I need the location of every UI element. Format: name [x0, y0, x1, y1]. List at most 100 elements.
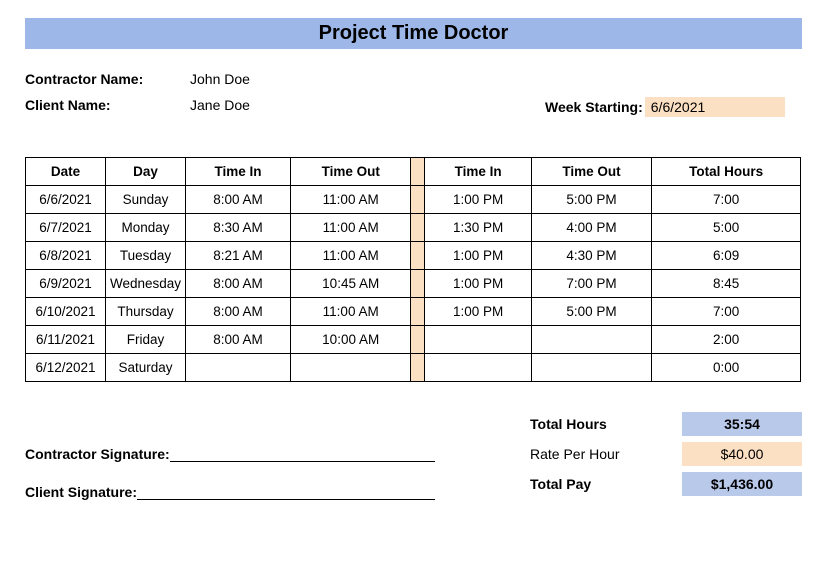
gap-cell: [411, 354, 425, 382]
gap-cell: [411, 270, 425, 298]
contractor-signature-line[interactable]: [170, 446, 435, 462]
cell-time-in-2: [425, 326, 531, 354]
cell-day: Tuesday: [106, 242, 186, 270]
total-pay-label: Total Pay: [522, 476, 682, 492]
cell-date: 6/11/2021: [26, 326, 106, 354]
cell-time-in-2: [425, 354, 531, 382]
col-total-hours: Total Hours: [652, 158, 801, 186]
cell-time-in-1: 8:00 AM: [186, 270, 291, 298]
rate-value: $40.00: [682, 442, 802, 466]
cell-time-out-2: 5:00 PM: [531, 186, 652, 214]
cell-time-in-2: 1:00 PM: [425, 298, 531, 326]
gap-cell: [411, 242, 425, 270]
cell-total-hours: 7:00: [652, 298, 801, 326]
cell-date: 6/9/2021: [26, 270, 106, 298]
cell-time-out-1: [290, 354, 411, 382]
cell-time-in-2: 1:00 PM: [425, 242, 531, 270]
cell-time-in-1: [186, 354, 291, 382]
table-header-row: Date Day Time In Time Out Time In Time O…: [26, 158, 801, 186]
cell-date: 6/7/2021: [26, 214, 106, 242]
cell-time-in-2: 1:30 PM: [425, 214, 531, 242]
cell-date: 6/8/2021: [26, 242, 106, 270]
gap-cell: [411, 326, 425, 354]
cell-day: Monday: [106, 214, 186, 242]
cell-day: Wednesday: [106, 270, 186, 298]
cell-day: Saturday: [106, 354, 186, 382]
cell-total-hours: 6:09: [652, 242, 801, 270]
cell-time-out-2: 7:00 PM: [531, 270, 652, 298]
cell-time-out-1: 11:00 AM: [290, 298, 411, 326]
week-starting-value: 6/6/2021: [645, 97, 785, 117]
total-pay-row: Total Pay $1,436.00: [522, 472, 802, 496]
cell-time-in-1: 8:30 AM: [186, 214, 291, 242]
table-row: 6/8/2021Tuesday8:21 AM11:00 AM 1:00 PM4:3…: [26, 242, 801, 270]
timesheet-table: Date Day Time In Time Out Time In Time O…: [25, 157, 801, 382]
client-signature-line[interactable]: [137, 484, 435, 500]
gap-column: [411, 158, 425, 186]
signature-block: Contractor Signature: Client Signature:: [25, 446, 435, 522]
cell-total-hours: 0:00: [652, 354, 801, 382]
cell-time-in-2: 1:00 PM: [425, 270, 531, 298]
total-hours-value: 35:54: [682, 412, 802, 436]
contractor-name-label: Contractor Name:: [25, 71, 190, 87]
cell-day: Sunday: [106, 186, 186, 214]
table-row: 6/9/2021Wednesday8:00 AM10:45 AM 1:00 PM7…: [26, 270, 801, 298]
cell-date: 6/6/2021: [26, 186, 106, 214]
client-name-value: Jane Doe: [190, 97, 250, 117]
totals-block: Total Hours 35:54 Rate Per Hour $40.00 T…: [522, 412, 802, 502]
rate-label: Rate Per Hour: [522, 446, 682, 462]
week-starting-label: Week Starting:: [545, 99, 643, 115]
cell-day: Thursday: [106, 298, 186, 326]
gap-cell: [411, 298, 425, 326]
cell-date: 6/12/2021: [26, 354, 106, 382]
total-pay-value: $1,436.00: [682, 472, 802, 496]
client-name-label: Client Name:: [25, 97, 190, 117]
cell-total-hours: 5:00: [652, 214, 801, 242]
table-row: 6/11/2021Friday8:00 AM10:00 AM 2:00: [26, 326, 801, 354]
page-title: Project Time Doctor: [25, 22, 802, 45]
cell-time-in-1: 8:00 AM: [186, 326, 291, 354]
col-time-in-1: Time In: [186, 158, 291, 186]
client-signature-label: Client Signature:: [25, 484, 137, 500]
table-row: 6/7/2021Monday8:30 AM11:00 AM 1:30 PM4:00…: [26, 214, 801, 242]
gap-cell: [411, 214, 425, 242]
cell-time-in-1: 8:21 AM: [186, 242, 291, 270]
cell-time-out-2: 5:00 PM: [531, 298, 652, 326]
cell-total-hours: 7:00: [652, 186, 801, 214]
client-signature-row: Client Signature:: [25, 484, 435, 500]
cell-time-out-2: [531, 354, 652, 382]
rate-row: Rate Per Hour $40.00: [522, 442, 802, 466]
cell-time-in-1: 8:00 AM: [186, 298, 291, 326]
cell-total-hours: 8:45: [652, 270, 801, 298]
cell-time-out-1: 11:00 AM: [290, 214, 411, 242]
cell-time-out-1: 11:00 AM: [290, 242, 411, 270]
cell-time-out-1: 11:00 AM: [290, 186, 411, 214]
gap-cell: [411, 186, 425, 214]
cell-time-out-1: 10:45 AM: [290, 270, 411, 298]
cell-date: 6/10/2021: [26, 298, 106, 326]
table-row: 6/12/2021Saturday 0:00: [26, 354, 801, 382]
contractor-signature-label: Contractor Signature:: [25, 446, 170, 462]
cell-time-out-2: 4:00 PM: [531, 214, 652, 242]
total-hours-row: Total Hours 35:54: [522, 412, 802, 436]
col-day: Day: [106, 158, 186, 186]
cell-total-hours: 2:00: [652, 326, 801, 354]
title-bar: Project Time Doctor: [25, 18, 802, 49]
cell-time-out-2: 4:30 PM: [531, 242, 652, 270]
contractor-row: Contractor Name: John Doe: [25, 71, 802, 87]
total-hours-label: Total Hours: [522, 416, 682, 432]
col-date: Date: [26, 158, 106, 186]
contractor-signature-row: Contractor Signature:: [25, 446, 435, 462]
table-row: 6/6/2021Sunday8:00 AM11:00 AM 1:00 PM5:00…: [26, 186, 801, 214]
cell-time-out-1: 10:00 AM: [290, 326, 411, 354]
cell-time-in-1: 8:00 AM: [186, 186, 291, 214]
cell-time-out-2: [531, 326, 652, 354]
col-time-in-2: Time In: [425, 158, 531, 186]
table-row: 6/10/2021Thursday8:00 AM11:00 AM 1:00 PM5…: [26, 298, 801, 326]
cell-day: Friday: [106, 326, 186, 354]
col-time-out-2: Time Out: [531, 158, 652, 186]
contractor-name-value: John Doe: [190, 71, 250, 87]
cell-time-in-2: 1:00 PM: [425, 186, 531, 214]
summary-section: Contractor Signature: Client Signature: …: [25, 412, 802, 522]
col-time-out-1: Time Out: [290, 158, 411, 186]
